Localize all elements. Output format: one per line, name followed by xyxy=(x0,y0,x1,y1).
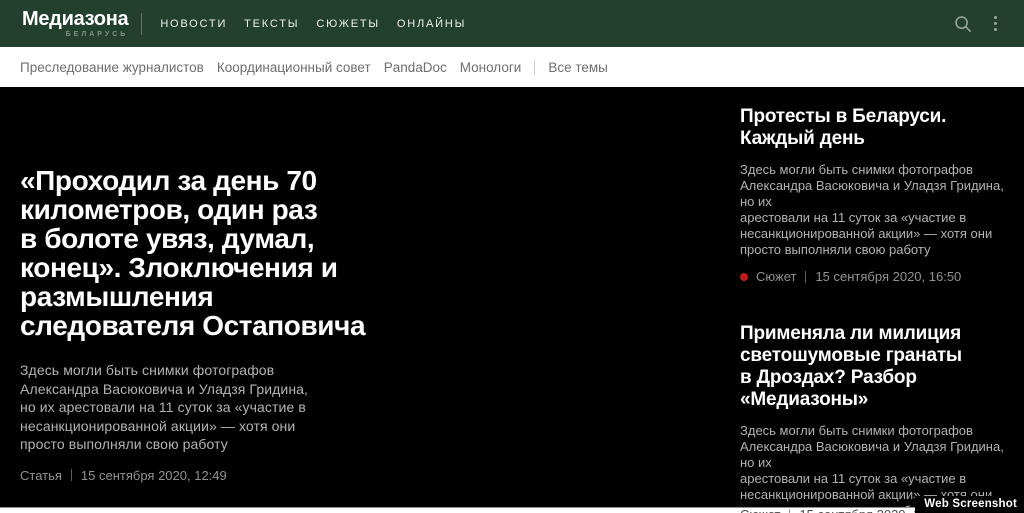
logo-subtitle: БЕЛАРУСЬ xyxy=(22,31,128,38)
lead-article-date: 15 сентября 2020, 12:49 xyxy=(81,468,227,483)
header-divider xyxy=(141,13,142,35)
topic-monologues[interactable]: Монологи xyxy=(460,60,522,75)
content-section: «Проходил за день 70 километров, один ра… xyxy=(0,87,1024,507)
clipped-type-label: Сюжет xyxy=(740,508,780,513)
lead-article-meta: Статья 15 сентября 2020, 12:49 xyxy=(20,468,420,483)
topic-journalist-persecution[interactable]: Преследование журналистов xyxy=(20,60,204,75)
side-article-date: 15 сентября 2020, 16:50 xyxy=(815,269,961,284)
nav-item-news[interactable]: НОВОСТИ xyxy=(160,18,227,30)
lead-article-title[interactable]: «Проходил за день 70 километров, один ра… xyxy=(20,166,420,340)
side-article-meta: Сюжет 15 сентября 2020, 16:50 xyxy=(740,269,1010,284)
lead-article-type-label: Статья xyxy=(20,468,62,483)
main-nav: НОВОСТИ ТЕКСТЫ СЮЖЕТЫ ОНЛАЙНЫ xyxy=(160,18,466,30)
topic-all-topics[interactable]: Все темы xyxy=(548,60,608,75)
lead-article: «Проходил за день 70 километров, один ра… xyxy=(20,166,420,483)
meta-divider xyxy=(71,469,72,481)
meta-divider xyxy=(805,271,806,283)
live-dot-icon xyxy=(740,273,748,281)
nav-item-onlines[interactable]: ОНЛАЙНЫ xyxy=(397,18,466,30)
topic-coordination-council[interactable]: Координационный совет xyxy=(217,60,371,75)
web-screenshot-watermark: Web Screenshot xyxy=(915,496,1024,513)
nav-item-subjects[interactable]: СЮЖЕТЫ xyxy=(316,18,380,30)
mediazona-homepage: Медиазона БЕЛАРУСЬ НОВОСТИ ТЕКСТЫ СЮЖЕТЫ… xyxy=(0,0,1024,513)
search-icon[interactable] xyxy=(954,15,972,33)
side-article-title[interactable]: Протесты в Беларуси. Каждый день xyxy=(740,106,1010,150)
side-article-grenades: Применяла ли милиция светошумовые гранат… xyxy=(740,323,1010,513)
topics-divider xyxy=(534,60,535,75)
topics-bar: Преследование журналистов Координационны… xyxy=(0,47,1024,87)
side-article-description: Здесь могли быть снимки фотографов Алекс… xyxy=(740,162,1010,258)
header-actions xyxy=(954,14,1024,33)
topic-pandadoc[interactable]: PandaDoc xyxy=(384,60,447,75)
site-header: Медиазона БЕЛАРУСЬ НОВОСТИ ТЕКСТЫ СЮЖЕТЫ… xyxy=(0,0,1024,47)
side-article-type-label: Сюжет xyxy=(756,269,796,284)
side-article-title[interactable]: Применяла ли милиция светошумовые гранат… xyxy=(740,323,1010,411)
nav-item-texts[interactable]: ТЕКСТЫ xyxy=(244,18,299,30)
lead-article-description: Здесь могли быть снимки фотографов Алекс… xyxy=(20,361,420,454)
logo-title: Медиазона xyxy=(22,9,128,29)
site-logo[interactable]: Медиазона БЕЛАРУСЬ xyxy=(22,9,128,38)
side-article-protests: Протесты в Беларуси. Каждый день Здесь м… xyxy=(740,106,1010,284)
clipped-next-section: Сюжет 15 сентября 2020, 17:49 xyxy=(0,507,1024,513)
meta-divider xyxy=(789,509,790,513)
kebab-menu-icon[interactable] xyxy=(992,14,999,33)
